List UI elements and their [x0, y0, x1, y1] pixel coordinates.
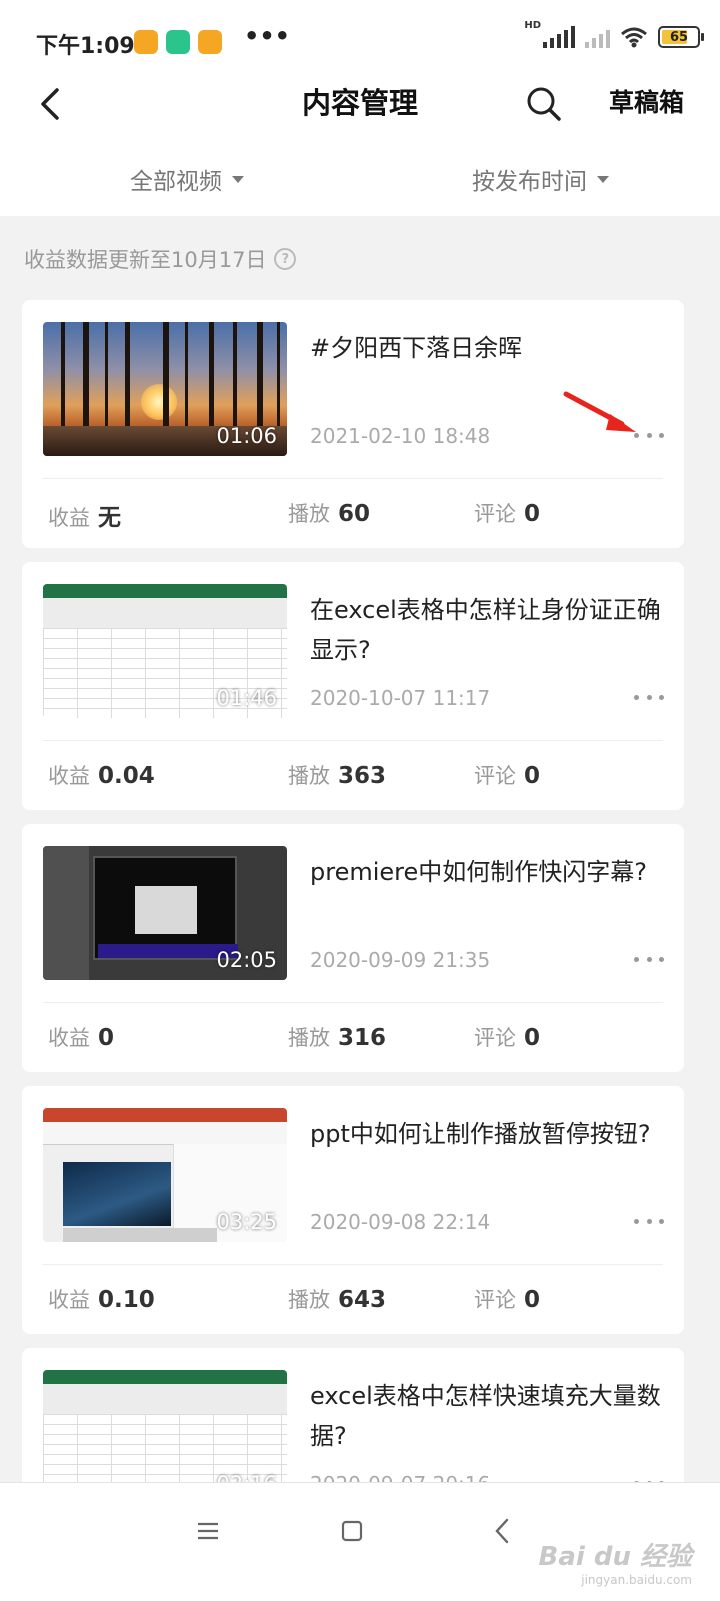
earnings-value: 无 — [98, 505, 121, 531]
status-time: 下午1:09 — [36, 34, 135, 59]
earnings-stat: 收益无 — [48, 498, 121, 532]
earnings-stat: 收益 0 — [48, 1022, 114, 1052]
home-button[interactable] — [332, 1511, 372, 1551]
video-date: 2020-09-09 21:35 — [310, 948, 491, 972]
video-date: 2020-09-08 22:14 — [310, 1210, 491, 1234]
nav-back-button[interactable] — [482, 1511, 522, 1551]
earnings-label: 收益 — [48, 764, 90, 788]
plays-value: 60 — [338, 501, 371, 527]
plays-value: 363 — [338, 763, 387, 789]
menu-button[interactable] — [188, 1511, 228, 1551]
annotation-arrow-icon — [563, 391, 636, 432]
video-title[interactable]: #夕阳西下落日余晖 — [310, 328, 664, 368]
plays-label: 播放 — [288, 502, 330, 526]
video-duration: 02:05 — [216, 948, 277, 972]
comments-label: 评论 — [474, 764, 516, 788]
comments-stat: 评论 0 — [474, 1022, 540, 1052]
video-title[interactable]: 在excel表格中怎样让身份证正确显示? — [310, 590, 664, 670]
search-button[interactable] — [524, 84, 564, 124]
earnings-label: 收益 — [48, 1026, 90, 1050]
video-title[interactable]: premiere中如何制作快闪字幕? — [310, 852, 664, 892]
watermark-brand: Bai du 经验 — [538, 1542, 693, 1572]
security-app-icon — [166, 30, 190, 54]
more-options-button[interactable] — [634, 944, 664, 974]
video-card[interactable]: 03:25 ppt中如何让制作播放暂停按钮? 2020-09-08 22:14 … — [22, 1086, 684, 1334]
comments-stat: 评论 0 — [474, 760, 540, 790]
more-options-button[interactable] — [634, 1206, 664, 1236]
search-icon — [527, 87, 561, 121]
earnings-value: 0.10 — [98, 1287, 155, 1313]
chevron-left-icon — [495, 1518, 509, 1544]
watermark-url: jingyan.baidu.com — [581, 1573, 692, 1587]
comments-value: 0 — [524, 763, 541, 789]
square-home-icon — [341, 1520, 363, 1542]
video-date: 2021-02-10 18:48 — [310, 424, 491, 448]
plays-value: 316 — [338, 1025, 387, 1051]
comments-value: 0 — [524, 1287, 541, 1313]
header: 内容管理 草稿箱 — [0, 84, 720, 148]
plays-label: 播放 — [288, 1026, 330, 1050]
video-thumbnail[interactable]: 01:46 — [43, 584, 287, 718]
earnings-label: 收益 — [48, 1288, 90, 1312]
plays-label: 播放 — [288, 1288, 330, 1312]
hd-label: HD — [524, 19, 541, 31]
comments-value: 0 — [524, 1025, 541, 1051]
video-type-filter[interactable]: 全部视频 — [130, 162, 244, 196]
video-card[interactable]: 01:46 在excel表格中怎样让身份证正确显示? 2020-10-07 11… — [22, 562, 684, 810]
signal-icon — [543, 26, 575, 48]
video-date: 2020-10-07 11:17 — [310, 686, 491, 710]
caret-down-icon — [232, 175, 244, 183]
earnings-update-notice: 收益数据更新至10月17日 ? — [24, 244, 297, 274]
plays-value: 643 — [338, 1287, 387, 1313]
comments-label: 评论 — [474, 502, 516, 526]
video-duration: 01:06 — [216, 424, 277, 448]
comments-label: 评论 — [474, 1288, 516, 1312]
video-thumbnail[interactable]: 02:05 — [43, 846, 287, 980]
signal-2-icon — [585, 26, 610, 48]
comments-stat: 评论 0 — [474, 1284, 540, 1314]
video-duration: 03:25 — [216, 1210, 277, 1234]
video-duration: 01:46 — [216, 686, 277, 710]
video-thumbnail[interactable]: 01:06 — [43, 322, 287, 456]
notes-app-icon — [134, 30, 158, 54]
video-thumbnail[interactable]: 03:25 — [43, 1108, 287, 1242]
comments-value: 0 — [524, 501, 541, 527]
video-title[interactable]: excel表格中怎样快速填充大量数据? — [310, 1376, 664, 1456]
caret-down-icon — [597, 175, 609, 183]
plays-stat: 播放 316 — [288, 1022, 386, 1052]
video-type-filter-label: 全部视频 — [130, 169, 222, 195]
earnings-value: 0.04 — [98, 763, 155, 789]
more-notifications-icon: ••• — [244, 22, 291, 50]
earnings-label: 收益 — [48, 506, 90, 530]
plays-label: 播放 — [288, 764, 330, 788]
earnings-stat: 收益 0.10 — [48, 1284, 155, 1314]
comments-stat: 评论 0 — [474, 498, 540, 528]
menu-icon — [198, 1522, 218, 1540]
earnings-stat: 收益 0.04 — [48, 760, 155, 790]
help-icon[interactable]: ? — [274, 248, 297, 270]
plays-stat: 播放 60 — [288, 498, 370, 528]
more-options-button[interactable] — [634, 682, 664, 712]
notes-app-icon — [198, 30, 222, 54]
system-nav-bar: Bai du 经验 jingyan.baidu.com — [0, 1482, 720, 1601]
plays-stat: 播放 363 — [288, 760, 386, 790]
comments-label: 评论 — [474, 1026, 516, 1050]
status-bar: 下午1:09 ••• HD 65 — [0, 0, 720, 84]
earnings-value: 0 — [98, 1025, 115, 1051]
video-title[interactable]: ppt中如何让制作播放暂停按钮? — [310, 1114, 664, 1154]
baidu-jingyan-watermark: Bai du 经验 jingyan.baidu.com — [539, 1536, 693, 1587]
sort-filter-label: 按发布时间 — [472, 169, 587, 195]
sort-filter[interactable]: 按发布时间 — [472, 162, 609, 196]
filter-bar: 全部视频 按发布时间 — [0, 148, 720, 216]
drafts-button[interactable]: 草稿箱 — [609, 84, 684, 122]
plays-stat: 播放 643 — [288, 1284, 386, 1314]
battery-icon: 65 — [658, 26, 704, 48]
notice-text: 收益数据更新至10月17日 — [24, 248, 267, 272]
wifi-icon — [621, 27, 647, 48]
video-card[interactable]: 02:05 premiere中如何制作快闪字幕? 2020-09-09 21:3… — [22, 824, 684, 1072]
battery-level: 65 — [669, 29, 689, 45]
